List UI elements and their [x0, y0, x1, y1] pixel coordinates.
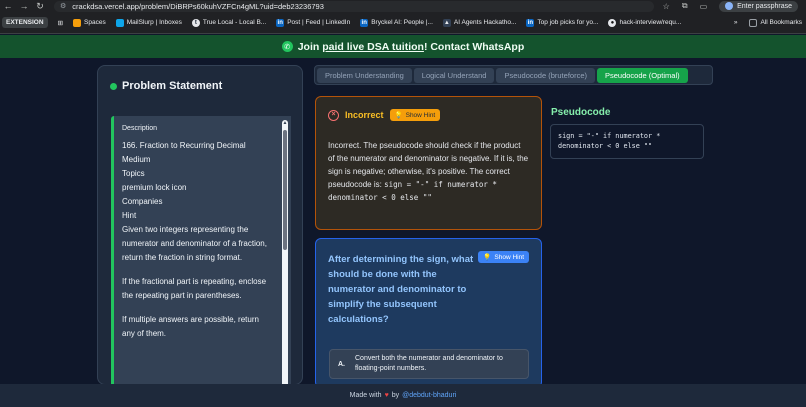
feedback-card: × Incorrect 💡 Show Hint Incorrect. The ps…: [315, 96, 542, 230]
all-bookmarks-label: All Bookmarks: [760, 19, 802, 26]
option-letter: A.: [338, 360, 345, 368]
all-bookmarks[interactable]: All Bookmarks: [749, 18, 802, 27]
apps-grid-icon[interactable]: ⊞: [58, 19, 63, 27]
bookmark-bryckel[interactable]: in Bryckel AI: People |...: [360, 18, 433, 27]
scroll-up-icon[interactable]: ▲: [282, 120, 288, 126]
tab-pseudocode-bruteforce[interactable]: Pseudocode (bruteforce): [496, 67, 595, 83]
problem-title-text: Problem Statement: [122, 80, 223, 92]
bookmark-label: Post | Feed | LinkedIn: [287, 19, 351, 26]
heart-icon: ♥: [384, 392, 389, 399]
hackathon-icon: ▲: [442, 18, 451, 27]
bookmarks-bar: EXTENSION ⊞ Spaces MailSlurp | Inboxes t…: [0, 12, 806, 34]
description-paragraph: If the fractional part is repeating, enc…: [122, 277, 267, 300]
bookmark-star-icon[interactable]: ☆: [663, 2, 670, 11]
bookmark-label: Bryckel AI: People |...: [371, 19, 433, 26]
forward-arrow-icon[interactable]: →: [16, 0, 32, 12]
bookmark-label: AI Agents Hackatho...: [453, 19, 517, 26]
show-hint-button[interactable]: 💡 Show Hint: [478, 251, 529, 263]
difficulty: Medium: [122, 155, 151, 164]
tab-pseudocode-optimal[interactable]: Pseudocode (Optimal): [597, 67, 688, 83]
pseudocode-title: Pseudocode: [551, 107, 611, 118]
problem-panel: Problem Statement Description 166. Fract…: [97, 65, 303, 385]
mail-icon: [115, 18, 124, 27]
bookmark-extension[interactable]: EXTENSION: [2, 17, 48, 28]
bookmark-true-local[interactable]: t True Local - Local B...: [191, 18, 267, 27]
question-card: After determining the sign, what should …: [315, 238, 542, 388]
problem-name: 166. Fraction to Recurring Decimal: [122, 141, 246, 150]
browser-toolbar: ← → ↻ ⚙ crackdsa.vercel.app/problem/DiBR…: [0, 0, 806, 12]
reload-icon[interactable]: ↻: [32, 0, 48, 12]
footer-by: by: [391, 392, 400, 399]
option-a[interactable]: A. Convert both the numerator and denomi…: [329, 349, 529, 379]
pseudocode-code: sign = "-" if numerator * denominator < …: [558, 132, 661, 150]
github-icon: ●: [608, 18, 617, 27]
bookmark-label: Spaces: [84, 19, 106, 26]
scrollbar[interactable]: ▲: [282, 120, 288, 384]
pseudocode-box: sign = "-" if numerator * denominator < …: [550, 124, 704, 159]
feedback-body: Incorrect. The pseudocode should check i…: [328, 139, 529, 204]
tab-logical-understand[interactable]: Logical Understand: [413, 67, 495, 83]
premium-lock-text: premium lock icon: [122, 183, 187, 192]
folder-icon: [73, 18, 82, 27]
url-text: crackdsa.vercel.app/problem/DiBRPs60kuhV…: [72, 1, 324, 11]
bookmark-job-picks[interactable]: in Top job picks for yo...: [526, 18, 599, 27]
banner-suffix: ! Contact WhatsApp: [423, 40, 525, 53]
bookmark-label: hack-interview/requ...: [619, 19, 682, 26]
profile-button[interactable]: Enter passphrase: [719, 0, 798, 12]
tab-bar: Problem Understanding Logical Understand…: [314, 65, 713, 85]
site-info-icon[interactable]: ⚙: [60, 2, 66, 10]
bookmark-label: MailSlurp | Inboxes: [126, 19, 182, 26]
lightbulb-icon: 💡: [394, 112, 403, 119]
banner-prefix: Join: [297, 40, 323, 53]
folder-icon: [749, 18, 758, 27]
sidebar-icon[interactable]: ▭: [700, 2, 708, 11]
description-paragraph: If multiple answers are possible, return…: [122, 315, 259, 338]
problem-description: Description 166. Fraction to Recurring D…: [111, 116, 291, 384]
show-hint-button[interactable]: 💡 Show Hint: [389, 109, 441, 121]
close-circle-icon: ×: [328, 109, 339, 121]
question-text: After determining the sign, what should …: [328, 254, 474, 325]
hint: Hint: [122, 211, 137, 220]
tab-problem-understanding[interactable]: Problem Understanding: [317, 67, 412, 83]
problem-title: Problem Statement: [110, 80, 222, 92]
extensions-icon[interactable]: ⧉: [682, 1, 688, 11]
bookmark-hack-interview[interactable]: ● hack-interview/requ...: [608, 18, 682, 27]
feedback-title: Incorrect: [345, 110, 384, 120]
bookmark-mailslurp[interactable]: MailSlurp | Inboxes: [115, 18, 182, 27]
bookmark-label: EXTENSION: [6, 19, 44, 26]
true-local-icon: t: [191, 18, 200, 27]
lightbulb-icon: 💡: [483, 254, 492, 261]
banner-text: Join paid live DSA tuition! Contact What…: [298, 41, 525, 53]
bookmark-ai-agents[interactable]: ▲ AI Agents Hackatho...: [442, 18, 517, 27]
status-dot-icon: [110, 82, 117, 90]
address-bar[interactable]: ⚙ crackdsa.vercel.app/problem/DiBRPs60ku…: [54, 0, 654, 12]
bookmark-linkedin-feed[interactable]: in Post | Feed | LinkedIn: [276, 18, 351, 27]
back-arrow-icon[interactable]: ←: [0, 0, 16, 12]
linkedin-icon: in: [360, 18, 369, 27]
avatar: [725, 2, 734, 10]
linkedin-icon: in: [276, 18, 285, 27]
linkedin-icon: in: [526, 18, 535, 27]
hint-label: Show Hint: [494, 253, 524, 261]
whatsapp-banner[interactable]: ✆ Join paid live DSA tuition! Contact Wh…: [0, 35, 806, 58]
option-text: Convert both the numerator and denominat…: [355, 355, 503, 372]
description-paragraph: Given two integers representing the nume…: [122, 225, 267, 262]
bookmark-label: Top job picks for yo...: [537, 19, 599, 26]
banner-link[interactable]: paid live DSA tuition: [322, 41, 424, 53]
footer-prefix: Made with: [349, 392, 382, 399]
profile-label: Enter passphrase: [737, 2, 792, 10]
bookmark-spaces[interactable]: Spaces: [73, 18, 106, 27]
description-label: Description: [122, 125, 158, 132]
topics: Topics: [122, 169, 145, 178]
scroll-thumb[interactable]: [283, 130, 287, 250]
author-link[interactable]: @debdut-bhaduri: [402, 392, 456, 399]
companies: Companies: [122, 197, 163, 206]
hint-label: Show Hint: [405, 111, 436, 119]
bookmark-label: True Local - Local B...: [202, 19, 267, 26]
footer: Made with ♥ by @debdut-bhaduri: [0, 384, 806, 407]
more-bookmarks-icon[interactable]: »: [734, 19, 738, 26]
whatsapp-icon: ✆: [281, 41, 293, 52]
